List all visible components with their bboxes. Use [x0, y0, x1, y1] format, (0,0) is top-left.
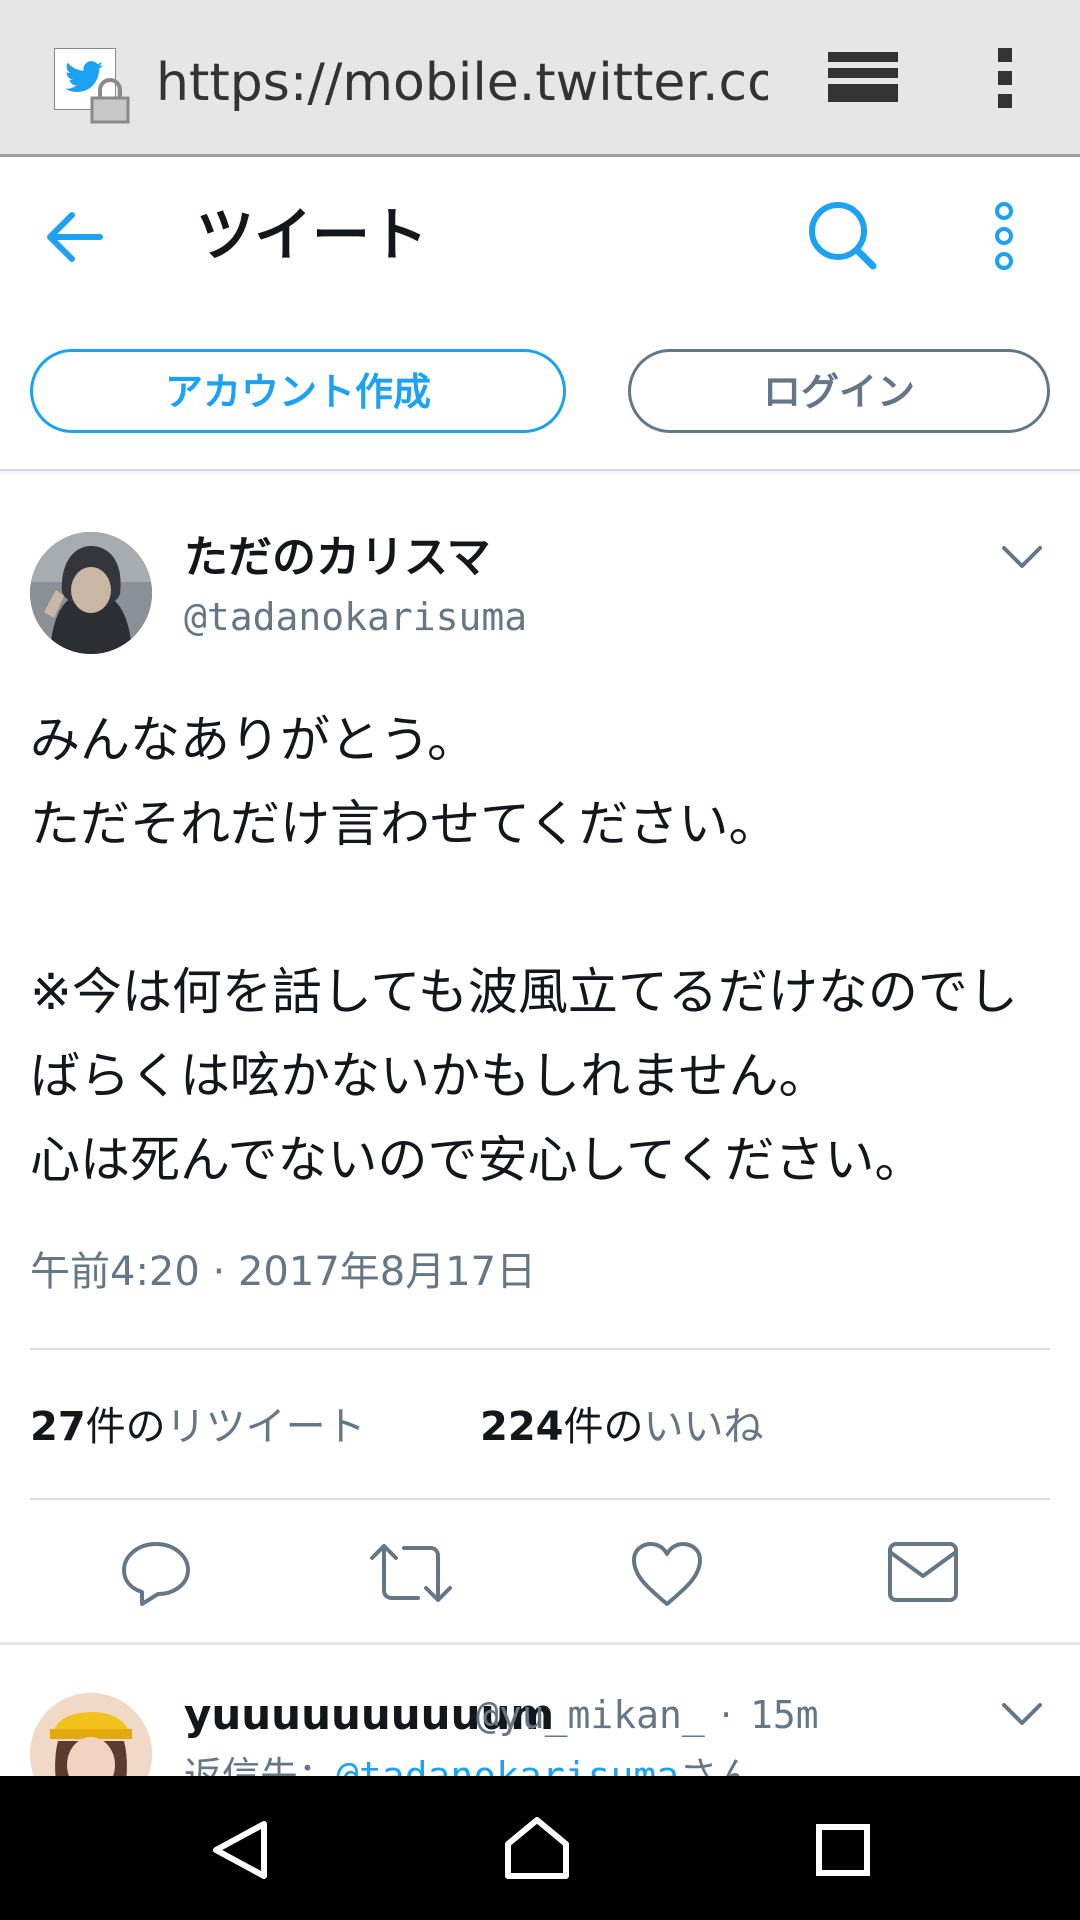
recents-square-icon[interactable] [816, 1824, 870, 1876]
retweet-count-link[interactable]: 27件のリツイート [30, 1392, 366, 1462]
lock-icon [90, 78, 130, 124]
more-vertical-icon[interactable] [990, 201, 1018, 271]
reply-to-prefix: 返信先： [184, 1754, 337, 1776]
like-count-unit: 件の [563, 1404, 644, 1450]
signup-button[interactable]: アカウント作成 [30, 349, 566, 433]
divider [30, 1498, 1050, 1500]
display-name[interactable]: ただのカリスマ [184, 528, 491, 588]
divider [30, 1348, 1050, 1350]
avatar[interactable] [30, 532, 152, 654]
like-label: いいね [643, 1404, 764, 1450]
address-bar-url[interactable]: https://mobile.twitter.com [156, 48, 768, 118]
search-icon[interactable] [806, 199, 878, 271]
retweet-icon[interactable] [366, 1540, 456, 1606]
reply-time: 15m [750, 1693, 819, 1737]
reply-to-suffix: さん [679, 1754, 756, 1776]
app-header: ツイート アカウント作成 ログイン [0, 157, 1080, 471]
tweet-text: みんなありがとう。 ただそれだけ言わせてください。 ※今は何を話しても波風立てる… [30, 711, 1018, 1189]
direct-message-icon[interactable] [886, 1540, 960, 1604]
retweet-count: 27 [30, 1404, 86, 1450]
retweet-label: リツイート [165, 1404, 366, 1450]
chevron-down-icon[interactable] [1000, 1701, 1044, 1729]
tabs-icon[interactable] [826, 50, 900, 104]
page-title: ツイート [196, 201, 429, 269]
reply-avatar[interactable] [30, 1693, 152, 1776]
tweet-detail: ただのカリスマ @tadanokarisuma みんなありがとう。 ただそれだけ… [0, 470, 1080, 1645]
reply-tweet[interactable]: yuuuuuuuuuum @yu_mikan_ · 15m 返信先：@tadan… [0, 1645, 1080, 1776]
home-circle-icon[interactable] [504, 1816, 570, 1880]
back-arrow-icon[interactable] [44, 209, 104, 265]
reply-handle[interactable]: @yu_mikan_ [476, 1685, 705, 1745]
like-count: 224 [480, 1404, 564, 1450]
reply-to-line: 返信先：@tadanokarisumaさん [184, 1749, 755, 1776]
browser-menu-icon[interactable] [994, 46, 1018, 110]
system-navigation-bar [0, 1776, 1080, 1920]
retweet-count-unit: 件の [85, 1404, 166, 1450]
like-count-link[interactable]: 224件のいいね [480, 1392, 764, 1462]
reply-icon[interactable] [120, 1540, 192, 1606]
browser-toolbar: https://mobile.twitter.com [0, 0, 1080, 157]
reply-separator: · [720, 1693, 733, 1737]
user-handle[interactable]: @tadanokarisuma [184, 590, 527, 644]
back-triangle-icon[interactable] [210, 1818, 270, 1882]
chevron-down-icon[interactable] [1000, 544, 1044, 572]
login-button[interactable]: ログイン [628, 349, 1050, 433]
like-icon[interactable] [630, 1540, 704, 1608]
reply-to-mention-link[interactable]: @tadanokarisuma [336, 1754, 679, 1776]
tweet-timestamp: 午前4:20 · 2017年8月17日 [30, 1249, 537, 1295]
